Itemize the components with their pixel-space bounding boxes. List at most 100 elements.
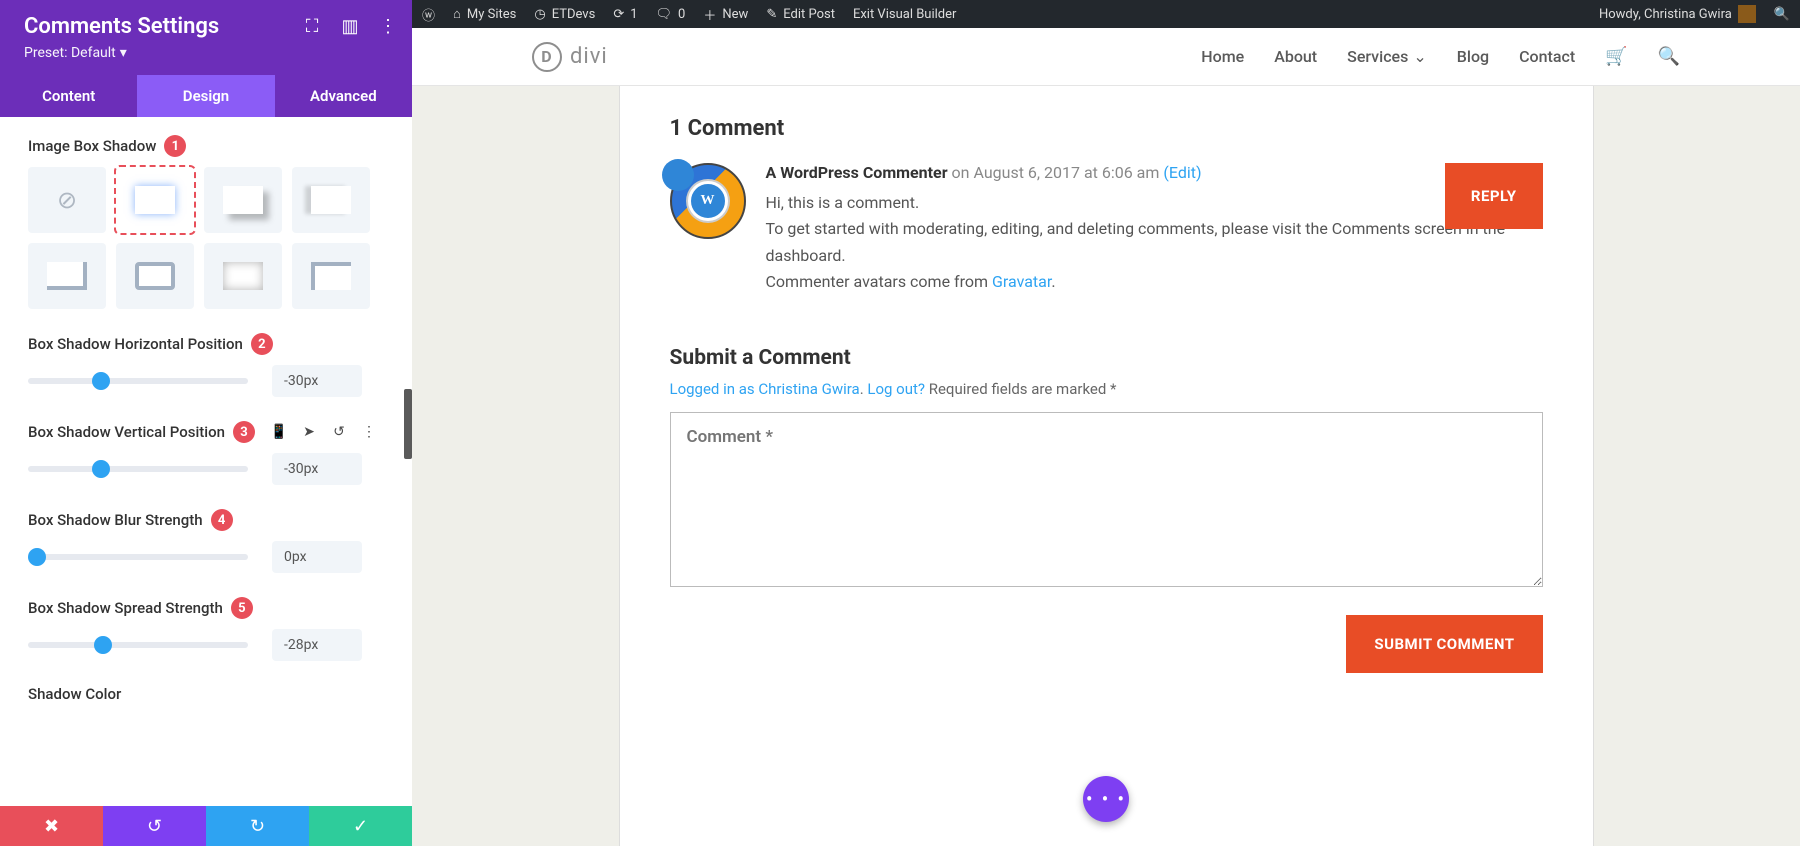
- wp-logo[interactable]: ⓦ: [422, 5, 435, 24]
- responsive-icon[interactable]: 📱: [269, 422, 289, 442]
- blur-slider[interactable]: [28, 554, 248, 560]
- logged-in-link[interactable]: Logged in as Christina Gwira: [670, 380, 860, 398]
- h-position-value[interactable]: -30px: [272, 365, 362, 397]
- save-button[interactable]: ✓: [309, 806, 412, 846]
- sidebar-body: Image Box Shadow 1 ⊘ Box Shadow Horizont…: [0, 117, 412, 806]
- shadow-preset-grid: ⊘: [28, 167, 384, 309]
- undo-button[interactable]: ↺: [103, 806, 206, 846]
- preview-pane: ⓦ ⌂My Sites ◷ETDevs ⟳1 🗨0 ＋New ✎ Edit Pos…: [412, 0, 1800, 846]
- reply-button[interactable]: REPLY: [1445, 163, 1543, 229]
- reset-icon[interactable]: ↺: [329, 422, 349, 442]
- comment-body: A WordPress Commenter on August 6, 2017 …: [766, 163, 1543, 296]
- comment-on: on: [948, 163, 974, 182]
- label: Edit Post: [783, 7, 835, 22]
- preset-label: Preset: Default: [24, 45, 116, 61]
- search-icon[interactable]: 🔍: [1658, 46, 1680, 67]
- comment-author: A WordPress Commenter: [766, 163, 948, 182]
- edit-post-link[interactable]: ✎ Edit Post: [766, 7, 835, 22]
- cancel-button[interactable]: ✖: [0, 806, 103, 846]
- comment-icon: 🗨: [656, 7, 673, 22]
- logout-link[interactable]: Log out?: [867, 380, 925, 398]
- avatar-mini: [1738, 5, 1756, 23]
- blur-value[interactable]: 0px: [272, 541, 362, 573]
- shadow-preset-4[interactable]: [28, 243, 106, 309]
- count: 1: [630, 7, 637, 22]
- redo-button[interactable]: ↻: [206, 806, 309, 846]
- shadow-color-label: Shadow Color: [28, 685, 384, 703]
- shadow-preset-2[interactable]: [204, 167, 282, 233]
- pencil-icon: ✎: [766, 7, 777, 22]
- step-badge-1: 1: [164, 135, 186, 157]
- hover-icon[interactable]: ➤: [299, 422, 319, 442]
- step-badge-3: 3: [233, 421, 255, 443]
- text: Commenter avatars come from: [766, 272, 992, 291]
- site-nav: Home About Services ⌄ Blog Contact 🛒 🔍: [1201, 46, 1680, 67]
- logo-text: divi: [570, 44, 608, 69]
- exit-builder-link[interactable]: Exit Visual Builder: [853, 7, 956, 22]
- tab-content[interactable]: Content: [0, 75, 137, 117]
- tab-design[interactable]: Design: [137, 75, 274, 117]
- blur-label: Box Shadow Blur Strength 4: [28, 509, 384, 531]
- comment-field[interactable]: [670, 412, 1543, 587]
- label-text: Box Shadow Blur Strength: [28, 511, 203, 529]
- shadow-preset-none[interactable]: ⊘: [28, 167, 106, 233]
- comment-line-3: Commenter avatars come from Gravatar.: [766, 269, 1543, 295]
- step-badge-5: 5: [231, 597, 253, 619]
- nav-about[interactable]: About: [1274, 47, 1317, 66]
- nav-contact[interactable]: Contact: [1519, 47, 1575, 66]
- nav-services[interactable]: Services ⌄: [1347, 47, 1427, 66]
- settings-sidebar: Comments Settings Preset: Default ▾ ⛶ ▥ …: [0, 0, 412, 846]
- comment-date: August 6, 2017 at 6:06 am: [973, 163, 1159, 182]
- chevron-down-icon: ▾: [120, 45, 127, 61]
- shadow-preset-3[interactable]: [292, 167, 370, 233]
- step-badge-4: 4: [211, 509, 233, 531]
- required-note: Required fields are marked *: [925, 380, 1117, 398]
- site-header: D divi Home About Services ⌄ Blog Contact…: [412, 28, 1800, 86]
- my-sites-link[interactable]: ⌂My Sites: [453, 6, 516, 22]
- new-link[interactable]: ＋New: [703, 5, 748, 24]
- spread-value[interactable]: -28px: [272, 629, 362, 661]
- comments-heading: 1 Comment: [670, 116, 1543, 141]
- label: Services: [1347, 47, 1408, 66]
- more-options-icon[interactable]: ⋮: [359, 422, 379, 442]
- image-box-shadow-label: Image Box Shadow 1: [28, 135, 384, 157]
- spread-slider[interactable]: [28, 642, 248, 648]
- shadow-preset-5[interactable]: [116, 243, 194, 309]
- comment-edit-link[interactable]: (Edit): [1163, 163, 1201, 182]
- text: .: [1051, 272, 1055, 291]
- expand-icon[interactable]: ⛶: [300, 14, 324, 38]
- site-logo[interactable]: D divi: [532, 42, 608, 72]
- submit-comment-button[interactable]: SUBMIT COMMENT: [1346, 615, 1542, 673]
- shadow-preset-6[interactable]: [204, 243, 282, 309]
- v-position-slider[interactable]: [28, 466, 248, 472]
- logo-icon: D: [532, 42, 562, 72]
- layout-icon[interactable]: ▥: [338, 14, 362, 38]
- v-position-value[interactable]: -30px: [272, 453, 362, 485]
- nav-blog[interactable]: Blog: [1457, 47, 1489, 66]
- comment-line-1: Hi, this is a comment.: [766, 190, 1543, 216]
- cart-icon[interactable]: 🛒: [1605, 46, 1627, 67]
- submit-heading: Submit a Comment: [670, 346, 1543, 370]
- updates-link[interactable]: ⟳1: [613, 7, 637, 22]
- more-icon[interactable]: ⋮: [376, 14, 400, 38]
- scrollbar-thumb[interactable]: [404, 389, 412, 459]
- gravatar-link[interactable]: Gravatar: [992, 272, 1051, 291]
- shadow-preset-1[interactable]: [116, 167, 194, 233]
- gauge-icon: ◷: [534, 7, 545, 22]
- nav-home[interactable]: Home: [1201, 47, 1244, 66]
- h-position-slider[interactable]: [28, 378, 248, 384]
- search-admin-icon[interactable]: 🔍: [1774, 7, 1790, 22]
- step-badge-2: 2: [251, 333, 273, 355]
- etdevs-link[interactable]: ◷ETDevs: [534, 7, 595, 22]
- tab-advanced[interactable]: Advanced: [275, 75, 412, 117]
- comment-meta: A WordPress Commenter on August 6, 2017 …: [766, 163, 1543, 182]
- builder-fab[interactable]: • • •: [1083, 776, 1129, 822]
- preset-selector[interactable]: Preset: Default ▾: [24, 45, 127, 61]
- howdy-user[interactable]: Howdy, Christina Gwira: [1599, 5, 1756, 23]
- chevron-down-icon: ⌄: [1413, 47, 1426, 66]
- shadow-preset-7[interactable]: [292, 243, 370, 309]
- comments-link[interactable]: 🗨0: [656, 7, 686, 22]
- label-text: Image Box Shadow: [28, 137, 156, 155]
- sidebar-header: Comments Settings Preset: Default ▾ ⛶ ▥ …: [0, 0, 412, 75]
- label-text: Box Shadow Horizontal Position: [28, 335, 243, 353]
